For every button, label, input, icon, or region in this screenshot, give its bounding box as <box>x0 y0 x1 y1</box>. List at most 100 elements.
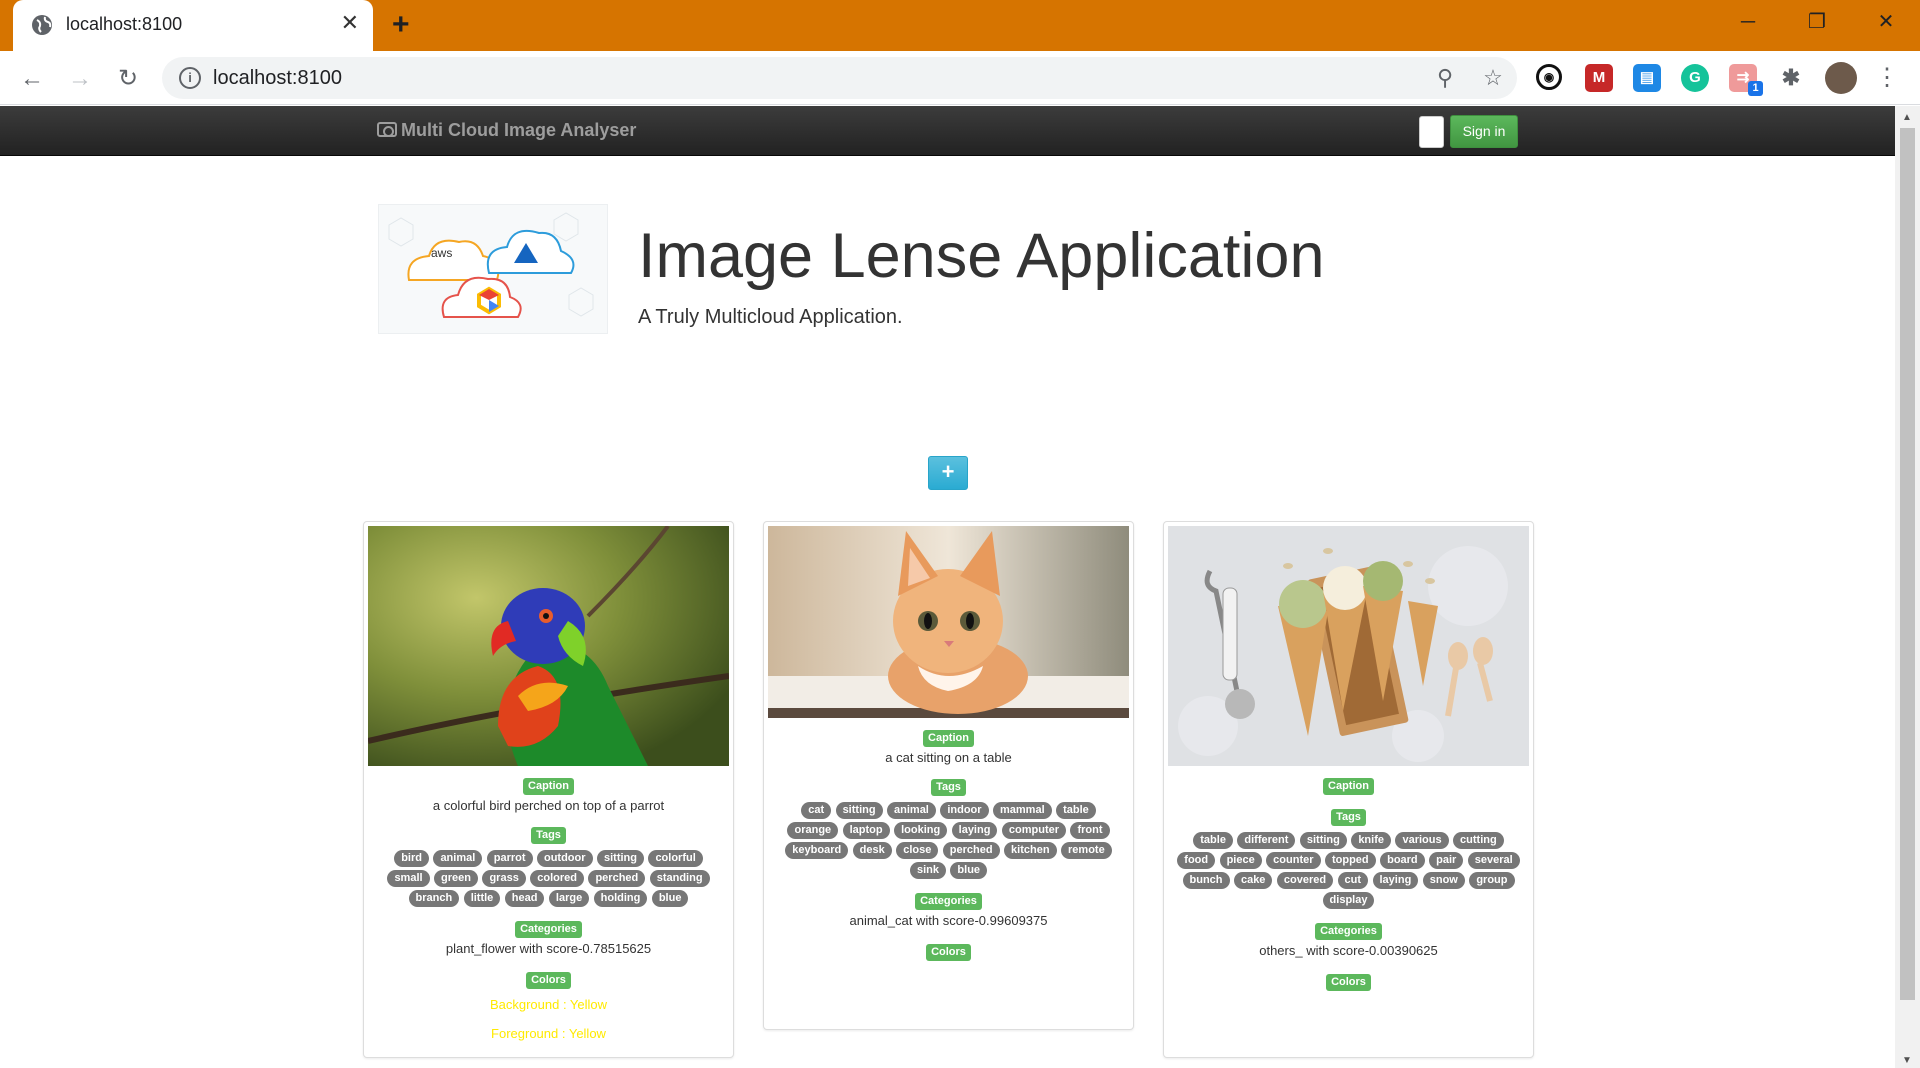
address-bar[interactable]: i localhost:8100 ⚲ ☆ <box>162 57 1517 99</box>
bookmark-star-icon[interactable]: ☆ <box>1480 65 1506 91</box>
menu-kebab-icon[interactable]: ⋮ <box>1869 60 1905 96</box>
grammarly-extension-icon[interactable]: G <box>1681 64 1709 92</box>
category-text: animal_cat with score-0.99609375 <box>849 913 1048 928</box>
image-card-icecream: Caption Tags table different sitting kni… <box>1163 521 1534 1058</box>
tag-pill: sink <box>909 862 946 879</box>
tag-pill: mammal <box>993 802 1052 819</box>
brand-title: Multi Cloud Image Analyser <box>401 120 637 140</box>
window-extension-icon[interactable]: ▤ <box>1633 64 1661 92</box>
tag-pill: keyboard <box>785 842 849 859</box>
caption-label: Caption <box>523 778 574 795</box>
signin-input[interactable] <box>1419 116 1444 148</box>
reload-icon[interactable]: ↻ <box>110 61 146 97</box>
scroll-up-icon[interactable]: ▲ <box>1902 112 1912 123</box>
globe-icon <box>32 15 52 35</box>
tag-pill: laying <box>1372 872 1419 889</box>
zoom-icon[interactable]: ⚲ <box>1432 65 1458 91</box>
multicloud-logo: aws <box>378 204 608 334</box>
page-title: Image Lense Application <box>638 221 1325 291</box>
tag-pill: perched <box>942 842 1000 859</box>
tags-list: table different sitting knife various cu… <box>1176 829 1521 909</box>
back-icon[interactable]: ← <box>14 61 50 97</box>
tag-pill: head <box>504 890 545 907</box>
image-card-cat: Caption a cat sitting on a table Tags ca… <box>763 521 1134 1030</box>
browser-tab-strip: localhost:8100 ✕ + ─ ❐ ✕ <box>0 0 1920 51</box>
tags-list: cat sitting animal indoor mammal table o… <box>776 799 1121 879</box>
url-text: localhost:8100 <box>213 67 342 89</box>
tag-pill: grass <box>482 870 526 887</box>
close-window-icon[interactable]: ✕ <box>1866 8 1906 36</box>
parrot-image <box>368 526 729 766</box>
minimize-icon[interactable]: ─ <box>1728 8 1768 36</box>
tag-pill: desk <box>852 842 892 859</box>
tag-pill: close <box>896 842 939 859</box>
tag-pill: indoor <box>940 802 989 819</box>
tag-pill: animal <box>887 802 936 819</box>
tag-pill: perched <box>588 870 646 887</box>
add-image-button[interactable]: + <box>928 456 968 490</box>
caption-label: Caption <box>1323 778 1374 795</box>
restore-icon[interactable]: ❐ <box>1797 8 1837 36</box>
tags-label: Tags <box>531 827 566 844</box>
tag-pill: colorful <box>648 850 703 867</box>
tag-pill: laying <box>951 822 998 839</box>
tag-pill: table <box>1056 802 1096 819</box>
tag-pill: standing <box>649 870 710 887</box>
tag-pill: animal <box>433 850 483 867</box>
tag-pill: group <box>1469 872 1515 889</box>
tags-label: Tags <box>1331 809 1366 826</box>
aws-logo-text: aws <box>431 246 452 260</box>
sign-in-button[interactable]: Sign in <box>1450 115 1518 148</box>
close-tab-icon[interactable]: ✕ <box>341 12 359 34</box>
tag-pill: bunch <box>1182 872 1230 889</box>
tag-pill: several <box>1467 852 1520 869</box>
tag-pill: front <box>1070 822 1110 839</box>
extensions-puzzle-icon[interactable]: ✱ <box>1777 64 1805 92</box>
mcafee-extension-icon[interactable]: M <box>1585 64 1613 92</box>
page-subtitle: A Truly Multicloud Application. <box>638 306 903 328</box>
scroll-down-icon[interactable]: ▼ <box>1902 1055 1912 1066</box>
tag-pill: display <box>1322 892 1375 909</box>
tag-pill: various <box>1395 832 1449 849</box>
github-extension-icon[interactable]: ◉ <box>1536 64 1562 90</box>
tag-pill: counter <box>1266 852 1321 869</box>
brand[interactable]: Multi Cloud Image Analyser <box>377 120 636 141</box>
caption-label: Caption <box>923 730 974 747</box>
profile-avatar[interactable] <box>1825 62 1857 94</box>
tag-pill: piece <box>1219 852 1262 869</box>
colors-label: Colors <box>526 972 571 989</box>
categories-label: Categories <box>915 893 982 910</box>
page-scrollbar[interactable]: ▲ ▼ <box>1895 106 1920 1068</box>
tag-pill: branch <box>408 890 460 907</box>
caption-text: a cat sitting on a table <box>885 750 1012 765</box>
image-card-parrot: Caption a colorful bird perched on top o… <box>363 521 734 1058</box>
tag-pill: kitchen <box>1004 842 1057 859</box>
tag-pill: cake <box>1233 872 1273 889</box>
browser-toolbar: ← → ↻ i localhost:8100 ⚲ ☆ ◉ M ▤ G ⇉ 1 ✱… <box>0 51 1920 105</box>
tag-pill: blue <box>651 890 689 907</box>
category-text: others_ with score-0.00390625 <box>1259 943 1438 958</box>
tag-pill: covered <box>1276 872 1334 889</box>
scroll-thumb[interactable] <box>1900 128 1915 1000</box>
tag-pill: remote <box>1061 842 1112 859</box>
category-text: plant_flower with score-0.78515625 <box>445 941 652 956</box>
tag-pill: orange <box>787 822 839 839</box>
tag-pill: cut <box>1337 872 1369 889</box>
browser-tab[interactable]: localhost:8100 ✕ <box>13 0 373 51</box>
tab-title: localhost:8100 <box>66 14 183 34</box>
foreground-color-text: Foreground : Yellow <box>491 1026 606 1041</box>
site-info-icon[interactable]: i <box>179 67 201 89</box>
tag-pill: food <box>1177 852 1216 869</box>
tag-pill: sitting <box>835 802 883 819</box>
extension-badge: 1 <box>1748 81 1763 96</box>
tag-pill: laptop <box>842 822 890 839</box>
tag-pill: cutting <box>1453 832 1504 849</box>
tags-list: bird animal parrot outdoor sitting color… <box>376 847 721 907</box>
tag-pill: parrot <box>486 850 533 867</box>
tag-pill: sitting <box>596 850 644 867</box>
icecream-image <box>1168 526 1529 766</box>
forward-icon[interactable]: → <box>62 61 98 97</box>
new-tab-icon[interactable]: + <box>392 10 410 40</box>
camera-icon <box>377 122 397 137</box>
tag-pill: bird <box>394 850 429 867</box>
